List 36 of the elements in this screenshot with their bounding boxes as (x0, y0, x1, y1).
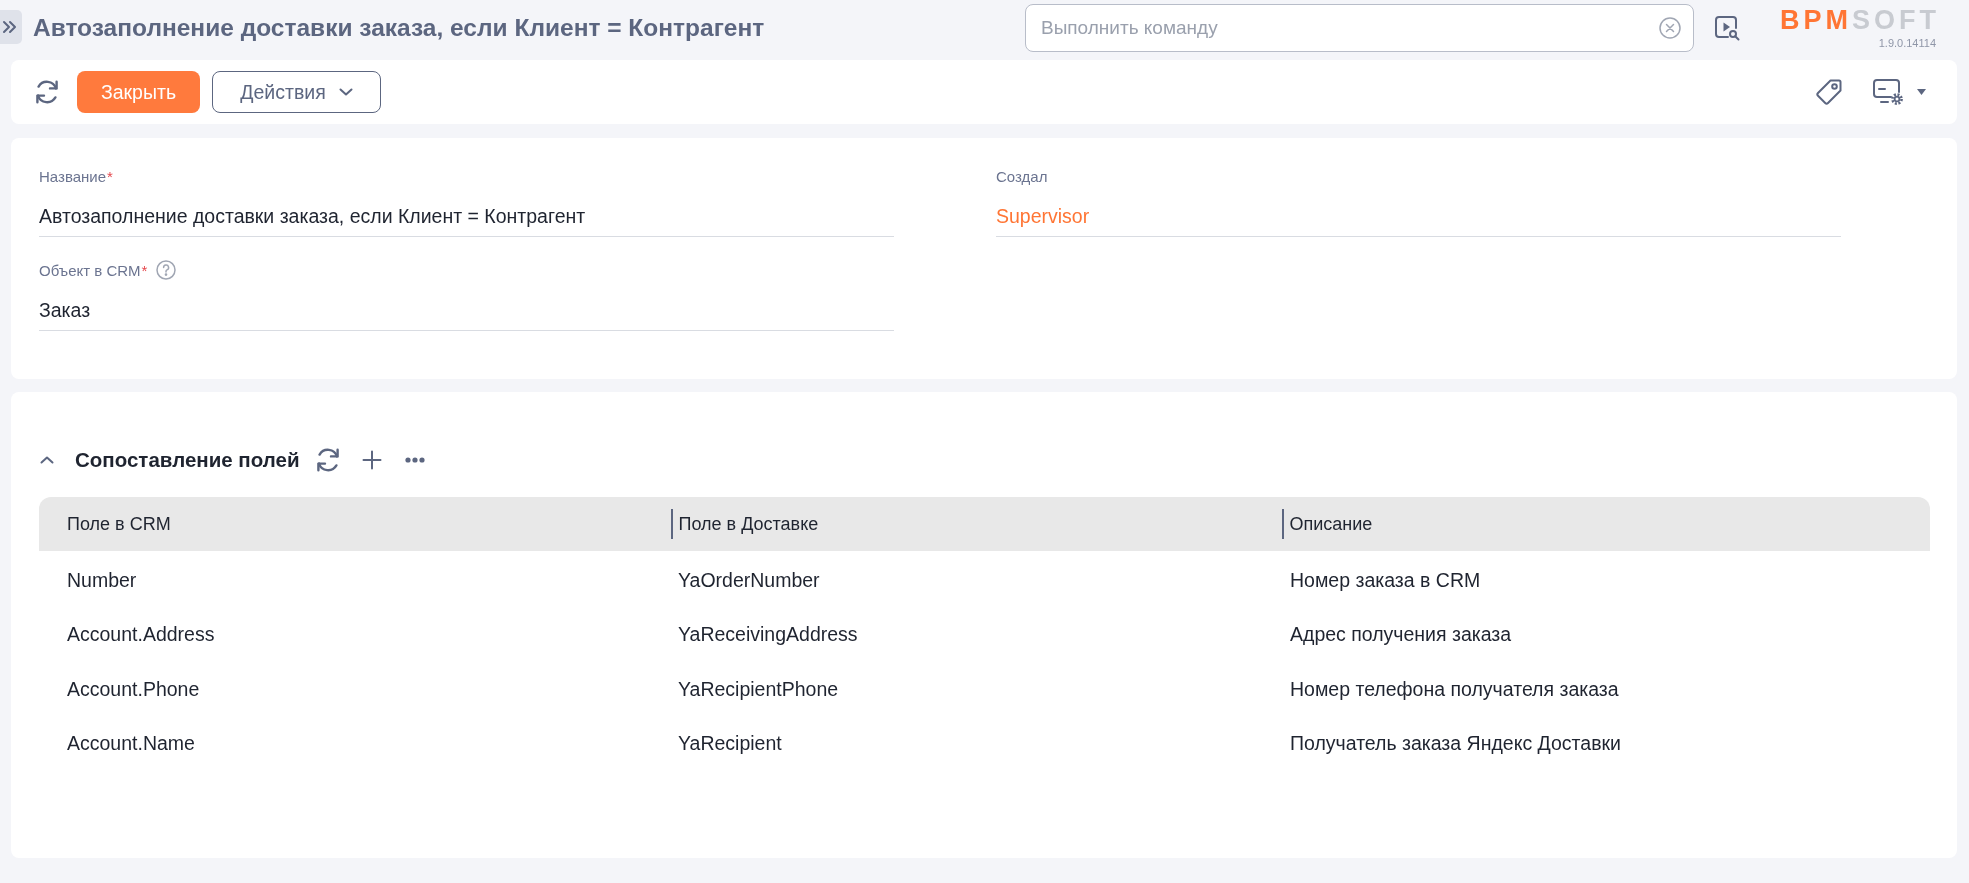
refresh-icon[interactable] (35, 80, 59, 104)
version-label: 1.9.0.14114 (1878, 37, 1936, 49)
table-cell: YaRecipient (678, 732, 782, 756)
field-label: Название* (39, 167, 113, 185)
table-cell: Номер телефона получателя заказа (1290, 677, 1619, 701)
page-title: Автозаполнение доставки заказа, если Клиент = Контрагент (33, 14, 766, 42)
table-cell: Адрес получения заказа (1290, 623, 1512, 647)
chevron-down-icon (338, 88, 353, 96)
table-cell: YaReceivingAddress (678, 623, 858, 647)
section-title: Сопоставление полей (75, 448, 300, 472)
text-field[interactable]: Автозаполнение доставки заказа, если Клиент = Контрагент (39, 196, 894, 237)
caret-down-icon[interactable] (1917, 89, 1926, 95)
table-cell: Account.Phone (67, 677, 200, 701)
tag-icon[interactable] (1815, 78, 1843, 106)
refresh-icon[interactable] (315, 448, 340, 472)
field-label: Создал (996, 167, 1048, 185)
chevron-up-icon[interactable] (40, 456, 54, 464)
more-icon[interactable] (404, 457, 425, 463)
field-label: Объект в CRM* (39, 261, 148, 279)
table-cell: YaOrderNumber (678, 568, 820, 592)
table-cell: YaRecipientPhone (678, 677, 839, 701)
command-field[interactable]: Выполнить команду (1025, 4, 1694, 52)
table-cell: Account.Name (67, 732, 195, 756)
column-header[interactable]: Поле в Доставке (671, 497, 1282, 551)
monitor-gear-icon[interactable] (1873, 78, 1904, 106)
table-cell: Получатель заказа Яндекс Доставки (1290, 732, 1621, 756)
table-cell: Account.Address (67, 623, 215, 647)
double-chevron-icon[interactable] (0, 10, 22, 44)
table-cell: Номер заказа в CRM (1290, 568, 1481, 592)
dropdown-button[interactable]: Действия (212, 71, 381, 113)
table-cell: Number (67, 568, 137, 592)
column-header[interactable]: Поле в CRM (39, 497, 671, 551)
plus-icon[interactable] (361, 450, 382, 470)
play-search-icon[interactable] (1714, 15, 1740, 41)
text-field[interactable]: Заказ (39, 290, 894, 331)
column-header[interactable]: Описание (1282, 497, 1930, 551)
